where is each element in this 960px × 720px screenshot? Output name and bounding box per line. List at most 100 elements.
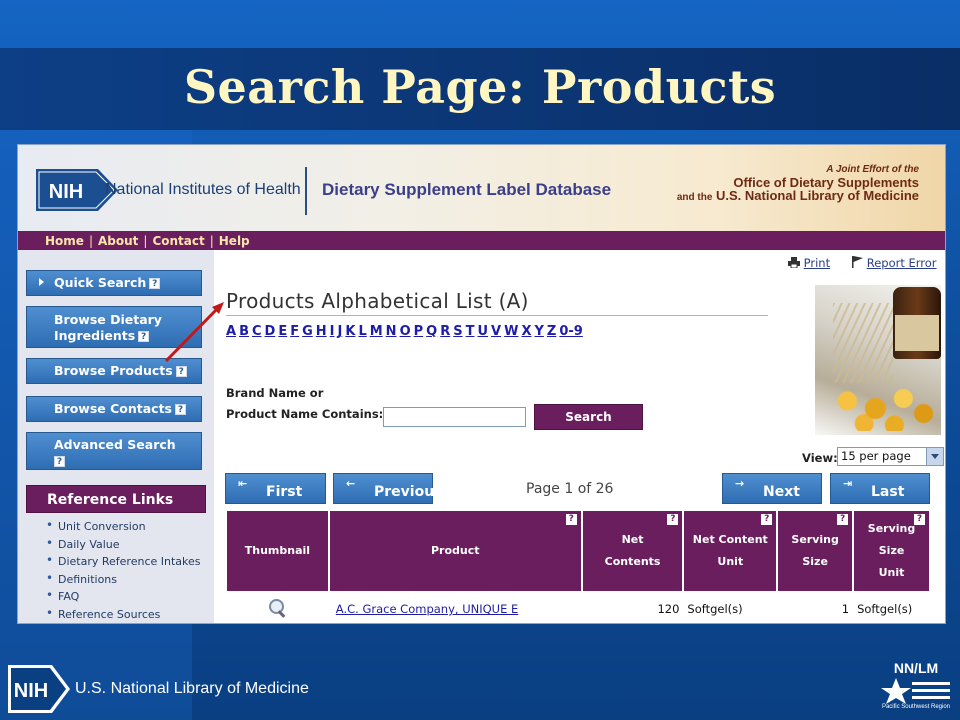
joint-effort-text: A Joint Effort of the Office of Dietary … [677,163,919,204]
top-nav: Home | About | Contact | Help [18,231,945,250]
slide-title: Search Page: Products [183,60,777,114]
letter-link-w[interactable]: W [504,324,518,339]
letter-link-m[interactable]: M [370,324,383,339]
view-label: View: [802,451,838,465]
arrow-left-icon: ← [346,477,356,490]
serving-size-cell: 1 [778,593,852,623]
triangle-right-icon [39,278,44,286]
letter-link-r[interactable]: R [440,324,450,339]
reference-link[interactable]: Dietary Reference Intakes [46,552,201,571]
letter-link-l[interactable]: L [358,324,366,339]
nnlm-title: NN/LM [893,660,939,676]
previous-page-button[interactable]: ← Previous [333,473,443,504]
flag-icon[interactable] [852,256,864,268]
reference-link[interactable]: Unit Conversion [46,517,201,536]
letter-link-i[interactable]: I [330,324,335,339]
softgel-capsules [825,381,937,431]
help-icon[interactable]: ? [138,331,150,342]
letter-link-x[interactable]: X [521,324,531,339]
browse-contacts-button[interactable]: Browse Contacts? [26,396,202,422]
nav-home[interactable]: Home [40,234,89,248]
help-icon[interactable]: ? [837,514,849,525]
letter-link-n[interactable]: N [386,324,397,339]
letter-link-c[interactable]: C [252,324,262,339]
reference-link[interactable]: Reference Sources [46,605,201,623]
net-contents-cell: 120 [583,593,683,623]
browser-screenshot: NIH National Institutes of Health Dietar… [17,144,946,624]
product-link[interactable]: A.C. Grace Company, UNIQUE E [336,602,519,616]
nnlm-logo: NN/LM Pacific Southwest Region [878,660,954,716]
banner-divider [305,167,307,215]
joint-line-3: and the U.S. National Library of Medicin… [676,188,919,203]
letter-link-b[interactable]: B [239,324,249,339]
column-header: Net Content Unit? [684,511,777,591]
reference-link[interactable]: Definitions [46,570,201,589]
printer-icon[interactable] [788,257,800,269]
reference-link[interactable]: FAQ [46,587,201,606]
site-banner: NIH National Institutes of Health Dietar… [18,145,945,231]
advanced-search-button[interactable]: Advanced Search? [26,432,202,470]
help-icon[interactable]: ? [149,278,161,289]
letter-link-e[interactable]: E [278,324,287,339]
net-unit-cell: Softgel(s) [684,593,776,623]
star-icon [881,678,950,704]
letter-link-h[interactable]: H [316,324,327,339]
table-body: A.C. Grace Company, UNIQUE E 120 Softgel(s… [227,593,929,623]
search-label: Brand Name or Product Name Contains: [226,386,384,421]
letter-link-a[interactable]: A [226,324,236,339]
column-header: Thumbnail [227,511,328,591]
per-page-select[interactable]: 15 per page [837,447,944,466]
print-link[interactable]: Print [804,256,830,270]
browse-dietary-ingredients-button[interactable]: Browse Dietary Ingredients? [26,306,202,348]
product-name-input[interactable] [383,407,526,427]
letter-link-v[interactable]: V [491,324,501,339]
help-icon[interactable]: ? [565,514,577,525]
help-icon[interactable]: ? [667,514,679,525]
letter-link-t[interactable]: T [466,324,475,339]
letter-link-q[interactable]: Q [426,324,437,339]
wheat-stalks [833,303,893,383]
title-divider [226,315,768,316]
quick-search-button[interactable]: Quick Search? [26,270,202,296]
sidebar: Quick Search? Browse Dietary Ingredients… [18,250,214,623]
page-tools: Print Report Error [788,256,937,270]
help-icon[interactable]: ? [761,514,773,525]
letter-link-u[interactable]: U [477,324,488,339]
letter-link-d[interactable]: D [265,324,276,339]
nav-about[interactable]: About [93,234,143,248]
browse-products-button[interactable]: Browse Products? [26,358,202,384]
nav-help[interactable]: Help [214,234,255,248]
serving-unit-cell: Softgel(s) [854,593,929,623]
last-page-icon: ⇥ [843,477,853,490]
letter-link-k[interactable]: K [345,324,355,339]
letter-link-f[interactable]: F [290,324,299,339]
reference-link[interactable]: Daily Value [46,535,201,554]
magnifier-icon[interactable] [267,598,287,618]
table-header-row: Thumbnail Product? Net Contents? Net Content… [227,511,929,591]
letter-link-z[interactable]: Z [547,324,556,339]
footer-nlm-name: U.S. National Library of Medicine [75,680,309,697]
search-button[interactable]: Search [534,404,643,430]
letter-link-p[interactable]: P [414,324,424,339]
footer-nih-logo[interactable]: NIH [8,665,70,713]
report-error-link[interactable]: Report Error [867,256,937,270]
nav-contact[interactable]: Contact [147,234,209,248]
help-icon[interactable]: ? [175,366,187,377]
letter-link-s[interactable]: S [453,324,462,339]
help-icon[interactable]: ? [175,404,186,415]
help-icon[interactable]: ? [914,514,925,525]
letter-link-0-9[interactable]: 0-9 [559,324,583,339]
column-header: Serving Size Unit? [854,511,929,591]
table-row: A.C. Grace Company, UNIQUE E 120 Softgel(s… [227,593,929,623]
letter-link-j[interactable]: J [338,324,343,339]
help-icon[interactable]: ? [54,456,65,467]
last-page-button[interactable]: ⇥ Last [830,473,930,504]
next-page-button[interactable]: → Next [722,473,822,504]
product-cell: A.C. Grace Company, UNIQUE E [330,593,581,623]
letter-link-g[interactable]: G [302,324,313,339]
chevron-down-icon[interactable] [926,448,943,465]
letter-link-o[interactable]: O [400,324,411,339]
first-page-button[interactable]: ⇤ First [225,473,326,504]
letter-link-y[interactable]: Y [534,324,543,339]
svg-text:NIH: NIH [14,680,48,702]
